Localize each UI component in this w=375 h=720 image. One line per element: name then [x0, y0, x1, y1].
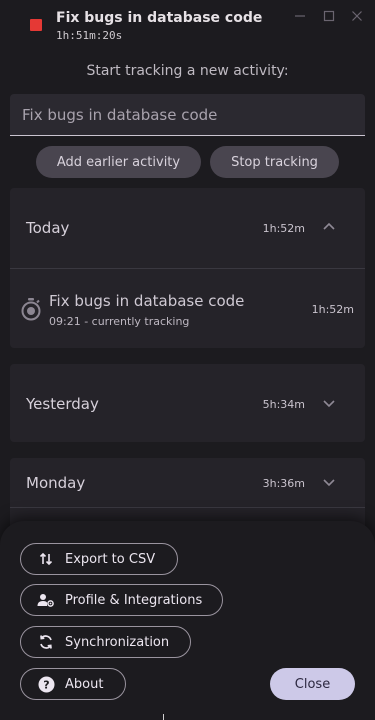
list-item[interactable]: Fix bugs in database code 09:21 - curren…	[10, 269, 365, 348]
entry-time-range: 09:21 - currently tracking	[49, 315, 190, 328]
day-total: 1h:52m	[262, 222, 305, 235]
stop-indicator-icon[interactable]	[30, 19, 42, 31]
synchronization-label: Synchronization	[65, 634, 170, 650]
activity-input[interactable]	[10, 94, 365, 135]
title-bar: Fix bugs in database code 1h:51m:20s	[0, 0, 375, 46]
export-csv-button[interactable]: Export to CSV	[20, 543, 178, 575]
timer-icon	[21, 298, 41, 321]
maximize-icon[interactable]	[319, 6, 339, 26]
day-label: Monday	[26, 474, 86, 492]
user-settings-icon	[37, 591, 55, 609]
sort-arrows-icon	[37, 550, 55, 568]
close-button[interactable]: Close	[270, 668, 355, 700]
divider	[10, 507, 365, 508]
close-icon[interactable]	[347, 6, 367, 26]
day-card-yesterday: Yesterday 5h:34m	[10, 364, 365, 442]
chevron-up-icon[interactable]	[321, 218, 337, 234]
chevron-down-icon[interactable]	[321, 396, 337, 412]
day-total: 3h:36m	[262, 477, 305, 490]
entry-title: Fix bugs in database code	[49, 292, 245, 310]
export-csv-label: Export to CSV	[65, 551, 156, 567]
chevron-down-icon[interactable]	[321, 475, 337, 491]
day-total: 5h:34m	[262, 398, 305, 411]
sync-icon	[37, 633, 55, 651]
help-icon: ?	[37, 675, 55, 693]
about-button[interactable]: ? About	[20, 668, 126, 700]
app-window: Fix bugs in database code 1h:51m:20s Sta…	[0, 0, 375, 720]
day-label: Yesterday	[26, 395, 99, 413]
profile-integrations-label: Profile & Integrations	[65, 592, 203, 608]
profile-integrations-button[interactable]: Profile & Integrations	[20, 584, 223, 616]
synchronization-button[interactable]: Synchronization	[20, 626, 191, 658]
day-label: Today	[26, 219, 70, 237]
new-activity-prompt: Start tracking a new activity:	[86, 63, 289, 79]
svg-text:?: ?	[43, 678, 49, 691]
day-card-today: Today 1h:52m Fix bugs in database code 0…	[10, 188, 365, 348]
stop-tracking-button[interactable]: Stop tracking	[210, 146, 339, 178]
bottom-sheet-menu: Export to CSV Profile & Integrations Syn…	[0, 521, 375, 720]
entry-duration: 1h:52m	[311, 303, 354, 316]
day-header-today[interactable]: Today 1h:52m	[10, 188, 365, 268]
cursor-marker	[163, 714, 164, 720]
current-activity-title: Fix bugs in database code	[56, 10, 263, 26]
activity-input-field[interactable]	[10, 94, 365, 136]
minimize-icon[interactable]	[290, 6, 310, 26]
day-header-yesterday[interactable]: Yesterday 5h:34m	[10, 364, 365, 444]
add-earlier-activity-button[interactable]: Add earlier activity	[36, 146, 201, 178]
about-label: About	[65, 676, 104, 692]
elapsed-time: 1h:51m:20s	[56, 29, 123, 42]
